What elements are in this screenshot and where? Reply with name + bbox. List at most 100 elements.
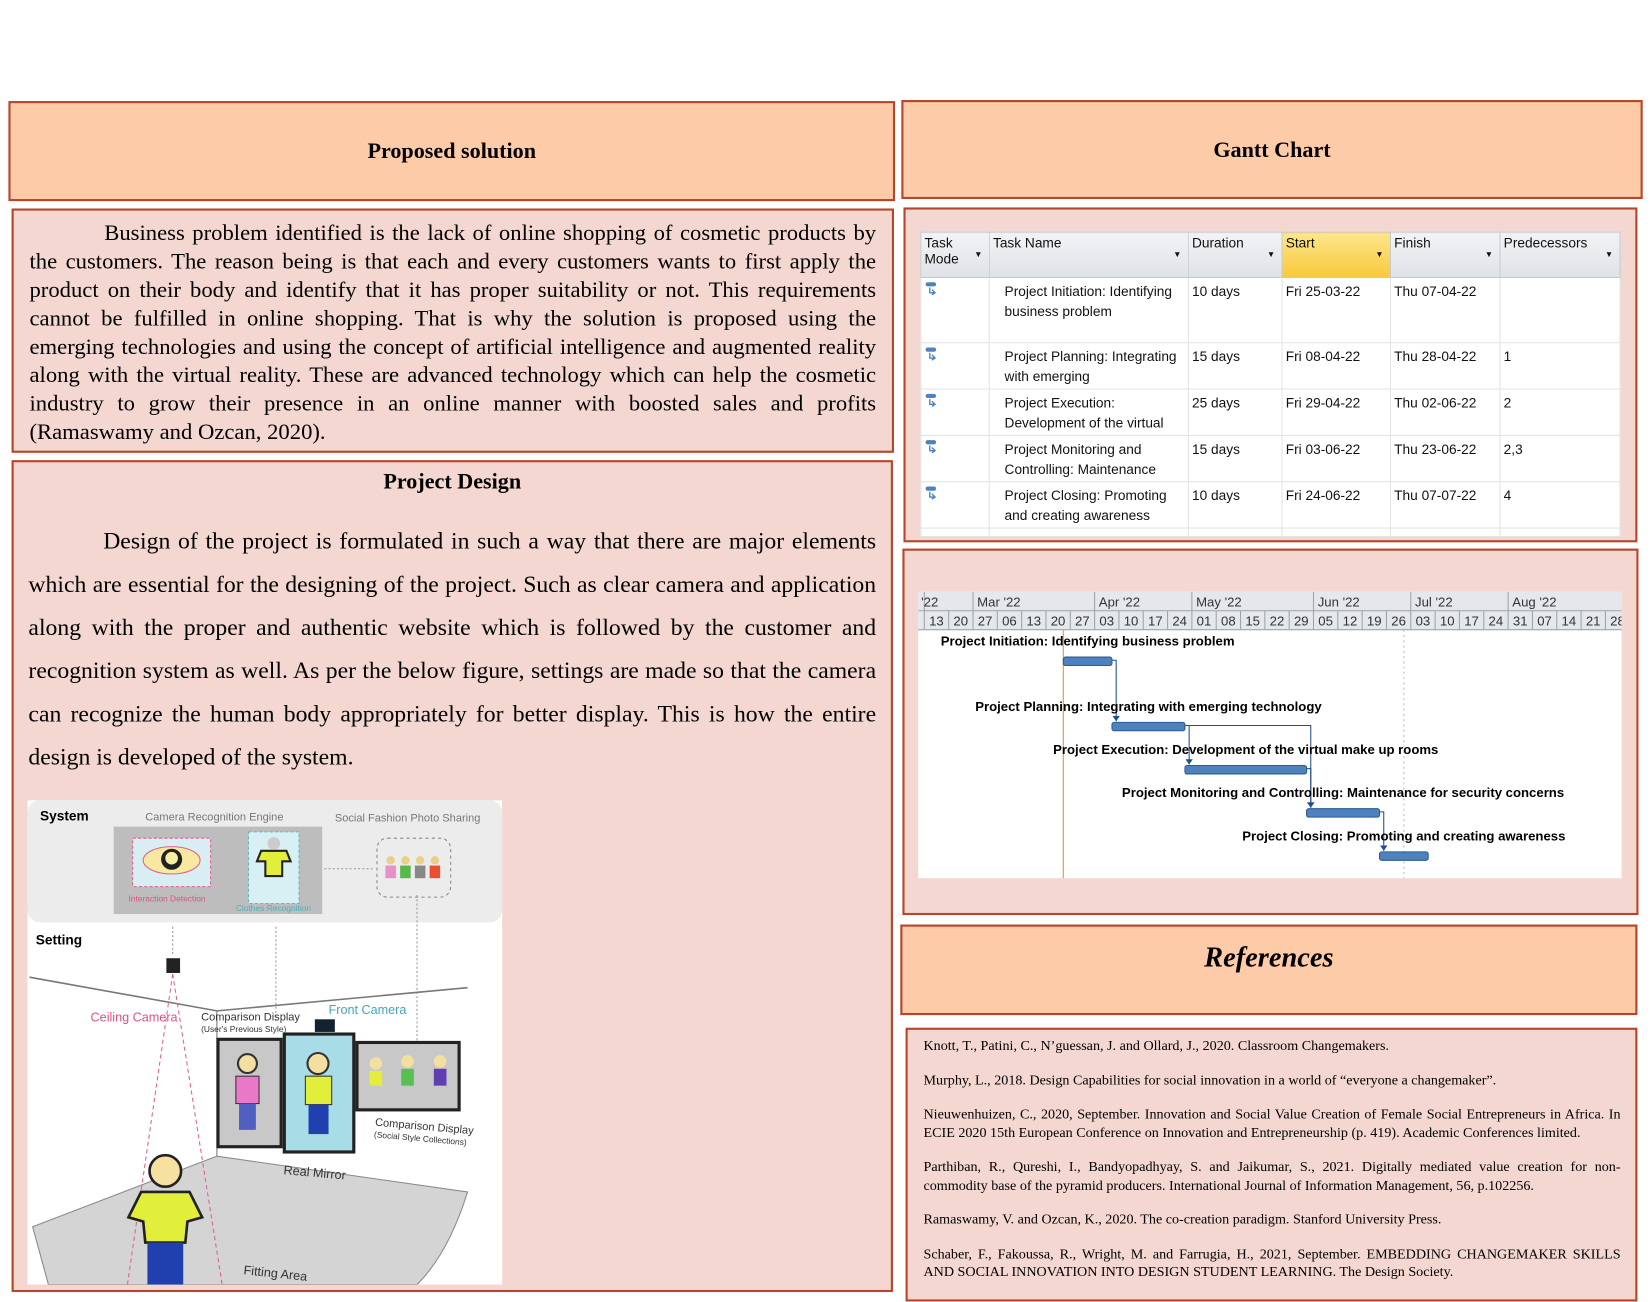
week-label: 21 (1586, 613, 1601, 628)
task-bar-label: Project Monitoring and Controlling: Main… (1122, 785, 1564, 800)
task-start-cell[interactable]: Fri 03-06-22 (1281, 434, 1392, 483)
column-header-label: Task Mode (924, 234, 959, 267)
task-duration-cell[interactable]: 15 days (1187, 342, 1283, 390)
column-header-label: Predecessors (1503, 234, 1588, 251)
column-header-start[interactable]: Start ▼ (1281, 231, 1392, 278)
reference-item: Schaber, F., Fakoussa, R., Wright, M. an… (923, 1245, 1621, 1280)
column-header-predecessors[interactable]: Predecessors ▼ (1499, 231, 1621, 278)
figure-label-comparison-prev: Comparison Display (201, 1011, 300, 1023)
dependency-arrow-icon (1307, 802, 1315, 808)
month-label: Aug '22 (1512, 595, 1556, 610)
task-name-cell[interactable]: Project Planning: Integrating with emerg… (988, 342, 1189, 390)
task-name-cell[interactable]: Project Initiation: Identifying business… (988, 276, 1189, 344)
task-row[interactable]: Project Monitoring and Controlling: Main… (920, 434, 1621, 483)
task-start-cell[interactable]: Fri 25-03-22 (1281, 276, 1392, 344)
task-row[interactable]: Project Closing: Promoting and creating … (920, 481, 1621, 529)
week-label: 17 (1148, 613, 1163, 628)
task-row[interactable]: Project Execution: Development of the vi… (920, 388, 1621, 436)
reference-item: Nieuwenhuizen, C., 2020, September. Inno… (923, 1105, 1621, 1140)
week-label: 27 (1075, 613, 1090, 628)
gantt-table-panel: Task Mode ▼ Task Name ▼ Duration ▼ Start ▼ Finis… (903, 207, 1638, 543)
dropdown-arrow-icon[interactable]: ▼ (1375, 250, 1383, 259)
gantt-header: Gantt Chart (901, 100, 1643, 200)
week-label: 20 (1051, 613, 1066, 628)
auto-schedule-icon (925, 347, 937, 361)
dropdown-arrow-icon[interactable]: ▼ (1173, 250, 1181, 259)
week-label: 27 (978, 613, 993, 628)
week-label: 07 (1537, 613, 1552, 628)
task-pred-cell[interactable]: 2 (1499, 388, 1621, 436)
figure-label-comparison-prev-sub: (User's Previous Style) (201, 1024, 286, 1034)
task-finish-cell[interactable]: Thu 23-06-22 (1389, 434, 1501, 483)
week-label: 24 (1172, 613, 1187, 628)
week-label: 17 (1464, 613, 1479, 628)
dropdown-arrow-icon[interactable]: ▼ (1485, 250, 1493, 259)
column-header-label: Start (1285, 234, 1315, 251)
reference-item: Parthiban, R., Qureshi, I., Bandyopadhya… (923, 1158, 1621, 1193)
proposed-solution-text: Business problem identified is the lack … (29, 220, 877, 445)
auto-schedule-icon (925, 282, 937, 296)
task-mode-cell (920, 342, 990, 390)
week-label: 14 (1562, 613, 1577, 628)
dropdown-arrow-icon[interactable]: ▼ (1605, 250, 1613, 259)
task-finish-cell[interactable]: Thu 28-04-22 (1389, 342, 1501, 390)
dropdown-arrow-icon[interactable]: ▼ (974, 250, 982, 259)
week-label: 24 (1489, 613, 1504, 628)
dependency-arrow-icon (1112, 716, 1120, 722)
figure-label-interaction: Interaction Detection (128, 893, 205, 903)
task-pred-cell[interactable] (1499, 276, 1621, 344)
reference-item: Ramaswamy, V. and Ozcan, K., 2020. The c… (923, 1210, 1442, 1227)
month-label: Apr '22 (1099, 595, 1140, 610)
column-header-task-name[interactable]: Task Name ▼ (988, 231, 1189, 278)
task-finish-cell[interactable]: Thu 02-06-22 (1389, 388, 1501, 436)
task-name-cell[interactable]: Project Execution: Development of the vi… (988, 388, 1189, 436)
auto-schedule-icon (925, 486, 937, 500)
project-design-title: Project Design (383, 468, 522, 494)
week-label: 12 (1343, 613, 1358, 628)
task-mode-cell (920, 276, 990, 344)
task-finish-cell[interactable]: Thu 07-07-22 (1389, 481, 1501, 529)
references-panel: Knott, T., Patini, C., N’guessan, J. and… (905, 1027, 1638, 1302)
task-start-cell[interactable]: Fri 29-04-22 (1281, 388, 1392, 436)
proposed-solution-header: Proposed solution (8, 101, 896, 202)
task-start-cell[interactable]: Fri 08-04-22 (1281, 342, 1392, 390)
column-header-finish[interactable]: Finish ▼ (1389, 231, 1501, 278)
task-name-cell[interactable]: Project Monitoring and Controlling: Main… (988, 434, 1189, 483)
column-header-label: Finish (1394, 234, 1431, 251)
week-label: 22 (1270, 613, 1285, 628)
task-finish-cell[interactable]: Thu 07-04-22 (1389, 276, 1501, 344)
column-header-task-mode[interactable]: Task Mode ▼ (920, 231, 990, 278)
column-header-duration[interactable]: Duration ▼ (1187, 231, 1283, 278)
project-design-text: Design of the project is formulated in s… (28, 527, 877, 770)
proposed-solution-title: Proposed solution (367, 137, 537, 164)
auto-schedule-icon (925, 440, 937, 454)
task-row[interactable]: Project Initiation: Identifying business… (920, 276, 1621, 344)
month-label: Jul '22 (1415, 595, 1453, 610)
figure-label-setting: Setting (36, 933, 82, 948)
figure-label-sharing: Social Fashion Photo Sharing (335, 812, 481, 824)
task-pred-cell[interactable]: 2,3 (1499, 434, 1621, 483)
task-mode-cell (920, 434, 990, 483)
references-header: References (900, 924, 1638, 1016)
task-name-cell[interactable]: Project Closing: Promoting and creating … (988, 481, 1189, 529)
task-duration-cell[interactable]: 15 days (1187, 434, 1283, 483)
task-duration-cell[interactable]: 10 days (1187, 276, 1283, 344)
week-label: 31 (1513, 613, 1528, 628)
task-duration-cell[interactable]: 10 days (1187, 481, 1283, 529)
month-label: Mar '22 (977, 595, 1020, 610)
column-header-label: Task Name (992, 234, 1062, 251)
month-label: May '22 (1196, 595, 1242, 610)
week-label: 10 (1124, 613, 1139, 628)
task-bar (1062, 656, 1113, 667)
task-pred-cell[interactable]: 1 (1499, 342, 1621, 390)
week-label: 06 (1002, 613, 1017, 628)
week-label: 26 (1391, 613, 1406, 628)
task-row[interactable]: Project Planning: Integrating with emerg… (920, 342, 1621, 390)
figure-label-system: System (40, 808, 89, 823)
ceiling-camera-icon (166, 958, 181, 973)
task-pred-cell[interactable]: 4 (1499, 481, 1621, 529)
task-bar-label: Project Closing: Promoting and creating … (1242, 828, 1565, 843)
task-duration-cell[interactable]: 25 days (1187, 388, 1283, 436)
task-start-cell[interactable]: Fri 24-06-22 (1281, 481, 1392, 529)
dropdown-arrow-icon[interactable]: ▼ (1267, 250, 1275, 259)
